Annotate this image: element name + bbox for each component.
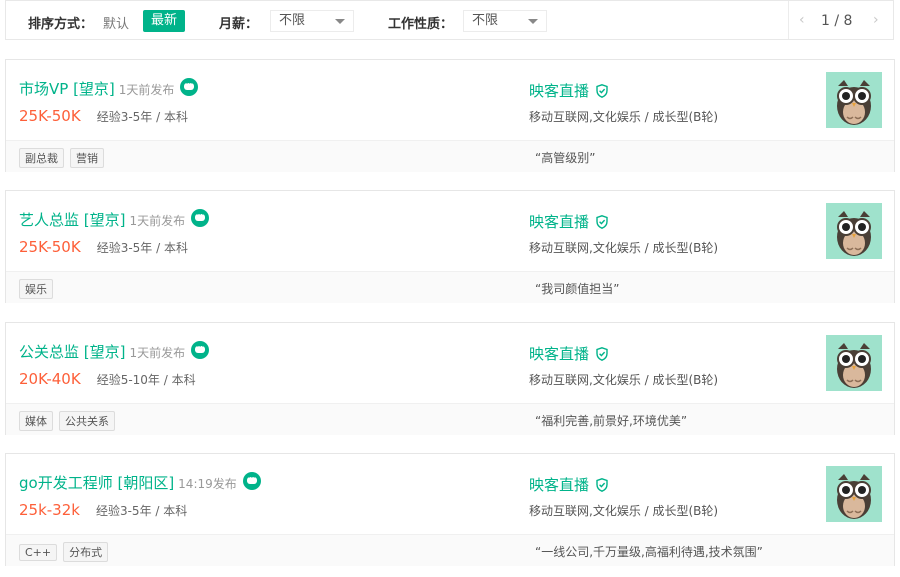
job-nature-select-value: 不限: [472, 13, 499, 28]
salary: 25K-50K: [19, 238, 81, 256]
prev-page-button[interactable]: ‹: [799, 12, 805, 28]
owl-logo-icon: [837, 211, 871, 256]
sort-default-option[interactable]: 默认: [103, 13, 129, 32]
salary-select[interactable]: 不限: [270, 10, 354, 32]
job-tag: 媒体: [19, 411, 53, 431]
company-industry: 移动互联网,文化娱乐 / 成长型(B轮): [529, 373, 719, 387]
job-tag: 副总裁: [19, 148, 64, 168]
job-title-link[interactable]: 艺人总监 [望京]: [19, 211, 125, 229]
chat-icon[interactable]: [180, 78, 199, 96]
company-slogan: “福利完善,前景好,环境优美”: [535, 414, 688, 428]
next-page-button[interactable]: ›: [873, 12, 879, 28]
salary: 25k-32k: [19, 501, 80, 519]
salary-select-value: 不限: [279, 13, 306, 28]
chevron-down-icon: [335, 19, 345, 24]
job-title-link[interactable]: 公关总监 [望京]: [19, 343, 125, 361]
company-industry: 移动互联网,文化娱乐 / 成长型(B轮): [529, 504, 719, 518]
verified-shield-icon: [596, 84, 608, 98]
job-requirements: 经验3-5年 / 本科: [96, 241, 188, 255]
chat-icon[interactable]: [191, 341, 210, 359]
job-title-link[interactable]: go开发工程师 [朝阳区]: [19, 474, 174, 492]
company-logo[interactable]: [826, 335, 882, 391]
verified-shield-icon: [596, 215, 608, 229]
owl-logo-icon: [837, 474, 871, 519]
chevron-down-icon: [528, 19, 538, 24]
company-logo[interactable]: [826, 466, 882, 522]
chat-icon[interactable]: [242, 472, 261, 490]
company-name-link[interactable]: 映客直播: [529, 213, 589, 231]
pagination: ‹ 1 / 8 ›: [788, 1, 893, 39]
salary: 25K-50K: [19, 107, 81, 125]
job-card[interactable]: 艺人总监 [望京] 1天前发布 25K-50K 经验3-5年 / 本科 映客直播 移…: [5, 190, 895, 303]
job-requirements: 经验5-10年 / 本科: [96, 373, 196, 387]
job-tag: C++: [19, 544, 58, 561]
job-requirements: 经验3-5年 / 本科: [95, 504, 188, 518]
publish-time: 1天前发布: [118, 83, 175, 97]
sort-latest-option[interactable]: 最新: [143, 10, 186, 32]
job-tag: 娱乐: [19, 279, 53, 299]
company-industry: 移动互联网,文化娱乐 / 成长型(B轮): [529, 241, 719, 255]
job-nature-select[interactable]: 不限: [463, 10, 547, 32]
filter-bar: 排序方式： 默认 最新 月薪： 不限 工作性质： 不限 ‹ 1 / 8 ›: [5, 0, 894, 40]
owl-logo-icon: [837, 80, 871, 125]
job-card[interactable]: 公关总监 [望京]1天前发布 20K-40K经验5-10年 / 本科 映客直播 …: [5, 322, 895, 435]
page-indicator: 1 / 8: [821, 13, 853, 29]
job-card[interactable]: 市场VP [望京]1天前发布 25K-50K 经验3-5年 / 本科 映客直播 移…: [5, 59, 895, 172]
salary: 20K-40K: [19, 370, 81, 388]
sort-label: 排序方式：: [28, 17, 94, 32]
verified-shield-icon: [596, 347, 608, 361]
company-name-link[interactable]: 映客直播: [529, 345, 589, 363]
company-logo[interactable]: [826, 203, 882, 259]
job-title-link[interactable]: 市场VP [望京]: [19, 80, 115, 98]
publish-time: 1天前发布: [129, 214, 186, 228]
job-nature-label: 工作性质：: [388, 17, 454, 32]
salary-filter-label: 月薪：: [219, 17, 259, 32]
owl-logo-icon: [837, 343, 871, 388]
job-card[interactable]: go开发工程师 [朝阳区]14:19发布 25k-32k经验3-5年 / 本科 …: [5, 453, 895, 566]
company-industry: 移动互联网,文化娱乐 / 成长型(B轮): [529, 110, 719, 124]
company-slogan: “高管级别”: [535, 151, 596, 165]
job-requirements: 经验3-5年 / 本科: [96, 110, 188, 124]
company-logo[interactable]: [826, 72, 882, 128]
job-tag: 公共关系: [59, 411, 115, 431]
publish-time: 1天前发布: [129, 346, 186, 360]
verified-shield-icon: [596, 478, 608, 492]
job-tag: 分布式: [63, 542, 109, 562]
company-name-link[interactable]: 映客直播: [529, 476, 589, 494]
job-tag: 营销: [70, 148, 104, 168]
company-slogan: “一线公司,千万量级,高福利待遇,技术氛围”: [535, 545, 763, 559]
company-name-link[interactable]: 映客直播: [529, 82, 589, 100]
chat-icon[interactable]: [191, 209, 210, 227]
publish-time: 14:19发布: [178, 477, 237, 491]
company-slogan: “我司颜值担当”: [535, 282, 620, 296]
